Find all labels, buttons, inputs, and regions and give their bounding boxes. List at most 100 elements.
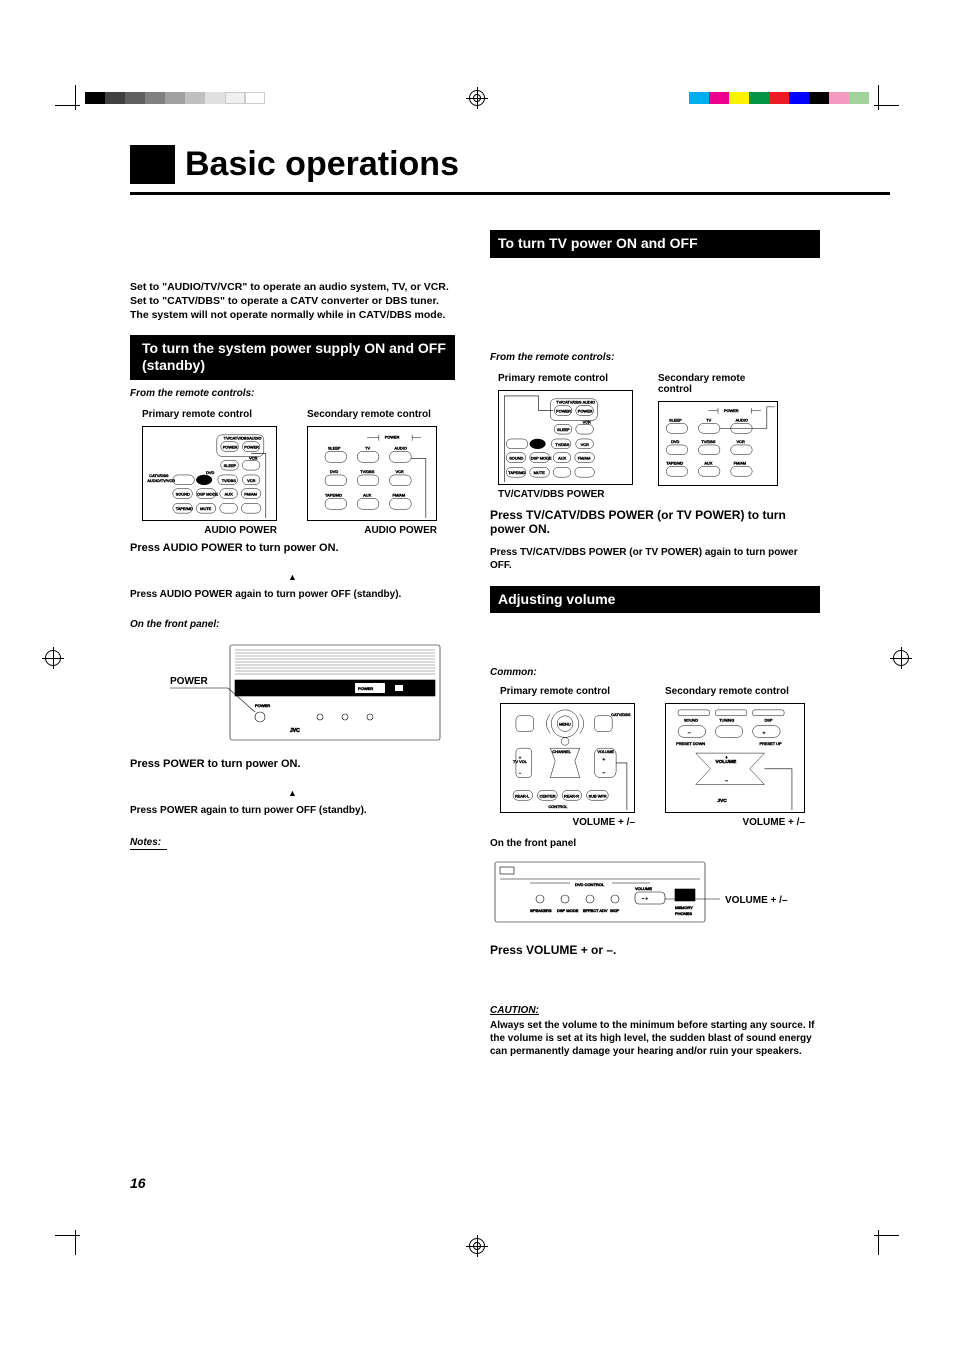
svg-text:CENTER: CENTER (540, 793, 556, 798)
svg-text:SOUND: SOUND (176, 491, 190, 496)
svg-text:AUX: AUX (363, 492, 371, 497)
svg-text:MUTE: MUTE (200, 506, 211, 511)
svg-text:−: − (725, 780, 728, 785)
svg-text:DVD CONTROL: DVD CONTROL (575, 882, 605, 887)
svg-text:POWER: POWER (578, 408, 593, 413)
svg-text:FM/AM: FM/AM (734, 460, 747, 465)
from-remote-label: From the remote controls: (130, 388, 455, 399)
notes-label: Notes: (130, 837, 167, 850)
svg-text:FM/AM: FM/AM (578, 455, 591, 460)
svg-text:FM/AM: FM/AM (244, 491, 257, 496)
svg-text:VCR: VCR (249, 455, 257, 460)
svg-text:AUDIO: AUDIO (583, 399, 595, 404)
front-step-off: Press POWER again to turn power OFF (sta… (130, 804, 455, 817)
svg-text:POWER: POWER (385, 434, 400, 439)
step-power-on: Press AUDIO POWER to turn power ON. (130, 542, 455, 554)
svg-text:TAPE/MD: TAPE/MD (666, 460, 683, 465)
front-step-on: Press POWER to turn power ON. (130, 758, 455, 770)
svg-text:SPEAKERS: SPEAKERS (530, 908, 552, 913)
svg-text:− +: − + (642, 896, 648, 901)
svg-text:−: − (688, 731, 691, 736)
svg-text:AUDIO: AUDIO (736, 417, 748, 422)
svg-text:AUDIO: AUDIO (249, 435, 261, 440)
volume-step: Press VOLUME + or –. (490, 943, 820, 957)
intro-line: Set to "AUDIO/TV/VCR" to operate an audi… (130, 280, 455, 294)
svg-text:SOUND: SOUND (684, 718, 698, 723)
svg-text:POWER: POWER (223, 444, 238, 449)
svg-text:MUTE: MUTE (534, 470, 545, 475)
eject-icon: ▲ (288, 572, 298, 582)
svg-text:+: + (602, 758, 605, 763)
svg-text:POWER: POWER (244, 444, 259, 449)
primary-remote-diagram-tv: TV/CATV/DBS AUDIO POWER POWER SLEEP VCR … (498, 390, 633, 485)
intro-text: Set to "AUDIO/TV/VCR" to operate an audi… (130, 280, 455, 323)
title-row: Basic operations (130, 145, 825, 184)
registration-target-left (45, 650, 61, 666)
svg-text:DSP MODE: DSP MODE (557, 908, 579, 913)
svg-text:SUB WFR: SUB WFR (589, 793, 607, 798)
crop-mark (55, 1225, 85, 1255)
svg-text:JVC: JVC (290, 728, 300, 734)
caution-body: Always set the volume to the minimum bef… (490, 1019, 820, 1058)
svg-text:TV: TV (365, 445, 370, 450)
front-panel-label: On the front panel (490, 838, 820, 849)
crop-mark (869, 85, 899, 115)
svg-text:CONTROL: CONTROL (548, 804, 568, 809)
grayscale-bar (85, 92, 265, 104)
svg-text:REAR·L: REAR·L (515, 793, 530, 798)
svg-text:SOUND: SOUND (509, 455, 523, 460)
svg-text:VCR: VCR (395, 469, 403, 474)
registration-target-right (893, 650, 909, 666)
audio-power-caption: AUDIO POWER (307, 525, 437, 536)
primary-remote-caption: Primary remote control (498, 373, 633, 384)
crop-mark (869, 1225, 899, 1255)
tv-step-on: Press TV/CATV/DBS POWER (or TV POWER) to… (490, 508, 820, 536)
title-decor-box (130, 145, 175, 184)
svg-text:PRESET DOWN: PRESET DOWN (676, 741, 705, 746)
svg-text:VCR: VCR (581, 441, 589, 446)
svg-text:DSP MODE: DSP MODE (197, 491, 218, 496)
svg-text:TV/DBS: TV/DBS (701, 439, 715, 444)
crop-marks-bottom (0, 1225, 954, 1255)
svg-text:EFFECT ADV: EFFECT ADV (583, 908, 608, 913)
page-title: Basic operations (175, 145, 459, 184)
left-column: Set to "AUDIO/TV/VCR" to operate an audi… (130, 230, 455, 1058)
svg-text:AUX: AUX (558, 455, 566, 460)
svg-text:TUNING: TUNING (719, 718, 734, 723)
svg-text:POWER: POWER (556, 408, 571, 413)
color-bar (689, 92, 869, 104)
title-underline (130, 192, 890, 195)
svg-text:SLEEP: SLEEP (669, 417, 682, 422)
svg-text:VOLUME + /–: VOLUME + /– (725, 895, 788, 906)
svg-text:CHANNEL: CHANNEL (552, 749, 571, 754)
svg-text:POWER: POWER (724, 407, 739, 412)
svg-text:FM/AM: FM/AM (393, 492, 406, 497)
svg-text:TV/DBS: TV/DBS (360, 469, 375, 474)
svg-text:AUDIO: AUDIO (395, 445, 407, 450)
common-label: Common: (490, 667, 820, 678)
svg-text:DSP: DSP (764, 718, 772, 723)
page-content: Basic operations Set to "AUDIO/TV/VCR" t… (130, 145, 825, 1058)
step-power-off: Press AUDIO POWER again to turn power OF… (130, 588, 455, 601)
svg-text:VCR: VCR (247, 477, 255, 482)
svg-text:TV VOL: TV VOL (513, 759, 528, 764)
section-heading-tv-power: To turn TV power ON and OFF (490, 230, 820, 258)
intro-line: Set to "CATV/DBS" to operate a CATV conv… (130, 294, 455, 308)
svg-text:TAPE/MD: TAPE/MD (176, 506, 193, 511)
caution-label: CAUTION: (490, 1005, 543, 1017)
svg-text:−: − (519, 771, 522, 776)
volume-caption: VOLUME + /– (500, 817, 635, 828)
svg-text:REAR·R: REAR·R (564, 793, 579, 798)
secondary-remote-caption: Secondary remote control (665, 686, 805, 697)
svg-text:+: + (762, 731, 765, 736)
registration-target-top (469, 90, 485, 106)
svg-text:MENU: MENU (559, 722, 571, 727)
svg-text:TAPE/MD: TAPE/MD (325, 492, 342, 497)
svg-text:VOLUME: VOLUME (597, 749, 614, 754)
eject-icon: ▲ (288, 788, 298, 798)
svg-text:−: − (602, 772, 605, 777)
svg-text:SKIP: SKIP (610, 908, 619, 913)
svg-text:POWER: POWER (255, 703, 270, 708)
svg-text:DSP MODE: DSP MODE (531, 455, 552, 460)
svg-text:TV/DBS: TV/DBS (555, 441, 570, 446)
